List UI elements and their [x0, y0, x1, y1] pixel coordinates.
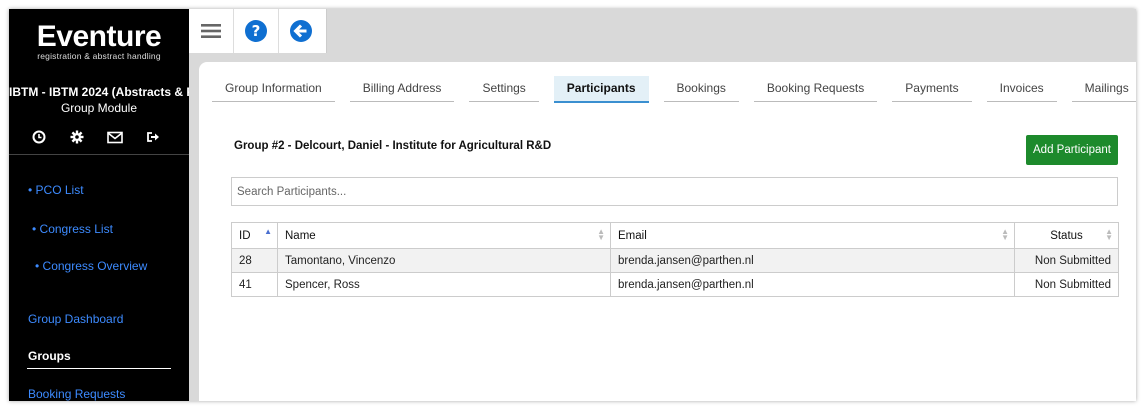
sidebar-icon-row: [31, 129, 161, 145]
sidebar-divider: [9, 154, 189, 155]
participants-table: ID ▲ Name ▲ ▼ Email ▲ ▼ Status ▲ ▼ 28 Ta…: [231, 222, 1119, 297]
column-header-email[interactable]: Email ▲ ▼: [610, 222, 1015, 249]
sign-out-icon[interactable]: [145, 129, 161, 145]
cell-email: brenda.jansen@parthen.nl: [610, 248, 1015, 273]
svg-text:?: ?: [252, 22, 261, 40]
cell-name: Spencer, Ross: [277, 272, 611, 297]
column-header-email-label: Email: [618, 229, 647, 242]
sort-icon: ▲ ▼: [597, 227, 605, 242]
sort-icon: ▲ ▼: [1105, 227, 1113, 242]
table-header-row: ID ▲ Name ▲ ▼ Email ▲ ▼ Status ▲ ▼: [231, 222, 1119, 249]
help-icon: ?: [245, 20, 267, 42]
search-input[interactable]: [231, 177, 1118, 206]
back-button[interactable]: [279, 9, 323, 53]
sidebar-item-pco-list[interactable]: • PCO List: [28, 183, 84, 197]
tab-payments[interactable]: Payments: [892, 76, 972, 102]
tab-bookings[interactable]: Bookings: [663, 76, 739, 102]
tab-invoices[interactable]: Invoices: [986, 76, 1057, 102]
sidebar-item-congress-list[interactable]: • Congress List: [32, 222, 113, 236]
tab-participants[interactable]: Participants: [553, 76, 649, 103]
sidebar-item-congress-overview[interactable]: • Congress Overview: [35, 259, 147, 273]
help-button[interactable]: ?: [234, 9, 279, 53]
cell-id: 41: [231, 272, 278, 297]
tab-mailings[interactable]: Mailings: [1071, 76, 1136, 102]
sidebar-item-booking-requests[interactable]: Booking Requests: [28, 387, 125, 401]
congress-title: IBTM - IBTM 2024 (Abstracts & Par...: [9, 85, 189, 99]
add-participant-button[interactable]: Add Participant: [1026, 135, 1118, 165]
tab-settings[interactable]: Settings: [469, 76, 539, 102]
sort-asc-icon: ▲: [264, 227, 272, 236]
tab-group-information[interactable]: Group Information: [212, 76, 335, 102]
table-row[interactable]: 41 Spencer, Ross brenda.jansen@parthen.n…: [231, 272, 1119, 297]
cell-email: brenda.jansen@parthen.nl: [610, 272, 1015, 297]
app-frame: Eventure registration & abstract handlin…: [9, 9, 1136, 401]
clock-icon[interactable]: [31, 129, 47, 145]
mail-icon[interactable]: [107, 129, 123, 145]
back-icon: [290, 20, 312, 42]
tab-billing-address[interactable]: Billing Address: [349, 76, 455, 102]
cell-status: Non Submitted: [1014, 272, 1119, 297]
main-panel: Group Information Billing Address Settin…: [199, 62, 1136, 401]
column-header-name-label: Name: [285, 229, 316, 242]
tab-bar: Group Information Billing Address Settin…: [212, 76, 1136, 103]
group-title: Group #2 - Delcourt, Daniel - Institute …: [234, 140, 552, 152]
sort-icon: ▲ ▼: [1001, 227, 1009, 242]
cell-status: Non Submitted: [1014, 248, 1119, 273]
column-header-status[interactable]: Status ▲ ▼: [1014, 222, 1119, 249]
column-header-id[interactable]: ID ▲: [231, 222, 278, 249]
sidebar-item-group-dashboard[interactable]: Group Dashboard: [28, 312, 123, 326]
gear-icon[interactable]: [69, 129, 85, 145]
column-header-name[interactable]: Name ▲ ▼: [277, 222, 611, 249]
sidebar-active-underline: [27, 368, 171, 369]
logo-main: Eventure: [36, 20, 162, 53]
table-row[interactable]: 28 Tamontano, Vincenzo brenda.jansen@par…: [231, 248, 1119, 273]
cell-name: Tamontano, Vincenzo: [277, 248, 611, 273]
sidebar-item-groups[interactable]: Groups: [28, 349, 71, 363]
menu-button[interactable]: [189, 9, 234, 53]
menu-icon: [201, 24, 221, 38]
sidebar: Eventure registration & abstract handlin…: [9, 9, 189, 401]
module-name: Group Module: [60, 101, 138, 115]
tab-booking-requests[interactable]: Booking Requests: [753, 76, 878, 102]
column-header-id-label: ID: [239, 229, 251, 242]
cell-id: 28: [231, 248, 278, 273]
top-toolbar: ?: [189, 9, 327, 53]
logo: Eventure registration & abstract handlin…: [9, 20, 189, 62]
column-header-status-label: Status: [1050, 229, 1083, 242]
